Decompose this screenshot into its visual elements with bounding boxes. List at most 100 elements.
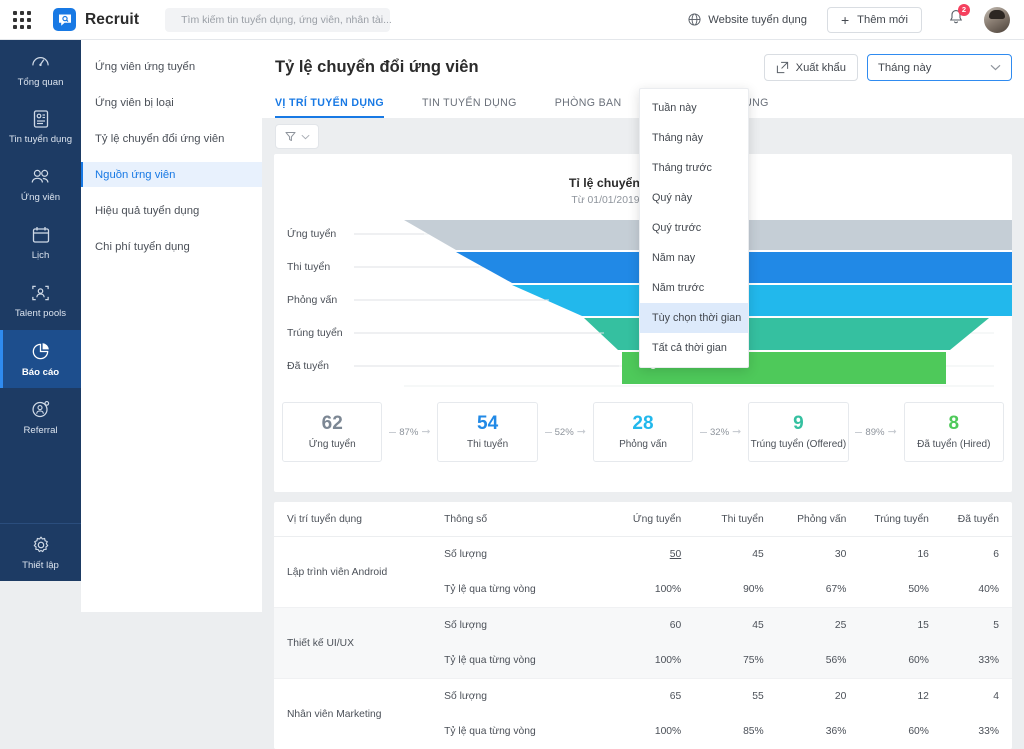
dd-option-thang-nay[interactable]: Tháng này <box>640 123 748 153</box>
sidebar-label: Tổng quan <box>18 77 64 88</box>
stat-label: Trúng tuyển (Offered) <box>751 439 847 450</box>
subnav-item-hieu-qua-tuyen-dung[interactable]: Hiệu quả tuyển dụng <box>81 198 262 223</box>
dd-option-quy-nay[interactable]: Quý này <box>640 183 748 213</box>
cell-rate: 90% <box>681 572 764 608</box>
funnel-label-phong-van: Phỏng vấn <box>287 294 337 306</box>
sidebar-label: Ứng viên <box>21 192 60 203</box>
tab-tin-tuyen-dung[interactable]: TIN TUYỂN DỤNG <box>422 97 517 118</box>
conversion-pct: 87% <box>399 427 418 438</box>
sidebar-item-tin-tuyen-dung[interactable]: Tin tuyển dụng <box>0 98 81 156</box>
subnav-item-ung-vien-bi-loai[interactable]: Ứng viên bị loại <box>81 90 262 115</box>
cell-count: 4 <box>929 679 1012 715</box>
breakdown-table: Vị trí tuyển dụng Thông số Ứng tuyển Thi… <box>274 502 1012 749</box>
cell-rate: 85% <box>681 714 764 749</box>
cell-count: 12 <box>846 679 929 715</box>
dd-option-nam-nay[interactable]: Năm nay <box>640 243 748 273</box>
stat-value: 28 <box>632 414 653 435</box>
dd-option-quy-truoc[interactable]: Quý trước <box>640 213 748 243</box>
subnav-label: Tỷ lệ chuyển đổi ứng viên <box>95 133 224 145</box>
sidebar-label: Referral <box>23 425 57 436</box>
sidebar-item-thiet-lap[interactable]: Thiết lập <box>0 523 81 581</box>
dd-option-tuan-nay[interactable]: Tuần này <box>640 93 748 123</box>
subnav-label: Hiệu quả tuyển dụng <box>95 205 199 217</box>
table-body: Lập trình viên Android Số lượng 50 45 30… <box>274 537 1012 749</box>
filter-button[interactable] <box>275 124 319 149</box>
global-search-input[interactable]: Tìm kiếm tin tuyển dụng, ứng viên, nhân … <box>165 8 390 32</box>
date-range-select[interactable]: Tháng này <box>867 54 1012 81</box>
dd-option-tuy-chon-thoi-gian[interactable]: Tùy chọn thời gian <box>640 303 748 333</box>
sidebar-item-talent-pools[interactable]: Talent pools <box>0 272 81 330</box>
calendar-icon <box>31 225 51 245</box>
table-header-row: Vị trí tuyển dụng Thông số Ứng tuyển Thi… <box>274 502 1012 537</box>
stat-card-da-tuyen[interactable]: 8 Đã tuyển (Hired) <box>904 402 1004 462</box>
sidebar-item-referral[interactable]: Referral <box>0 388 81 446</box>
header-actions: Xuất khẩu Tháng này <box>764 54 1012 81</box>
stat-label: Thi tuyển <box>467 439 508 450</box>
funnel-label-da-tuyen: Đã tuyển <box>287 360 329 372</box>
plus-icon: + <box>841 13 849 27</box>
cell-count: 6 <box>929 537 1012 573</box>
subnav-item-ty-le-chuyen-doi[interactable]: Tỷ lệ chuyển đổi ứng viên <box>81 126 262 151</box>
sidebar-label: Tin tuyển dụng <box>9 134 72 145</box>
conversion-2: 52% ➞ <box>538 427 593 438</box>
dd-label: Tháng trước <box>652 162 712 174</box>
cell-count: 45 <box>681 537 764 573</box>
dd-label: Tùy chọn thời gian <box>652 312 741 324</box>
cell-count: 50 <box>599 537 682 573</box>
sidebar-label: Thiết lập <box>22 560 59 571</box>
arrow-right-icon: ➞ <box>421 427 430 438</box>
dd-option-thang-truoc[interactable]: Tháng trước <box>640 153 748 183</box>
conversion-dash <box>700 432 707 433</box>
user-avatar[interactable] <box>984 7 1010 33</box>
report-pie-icon <box>30 341 51 362</box>
subnav-item-nguon-ung-vien[interactable]: Nguồn ứng viên <box>81 162 262 187</box>
website-link[interactable]: Website tuyển dụng <box>688 13 807 26</box>
subnav-item-chi-phi-tuyen-dung[interactable]: Chi phí tuyển dụng <box>81 234 262 259</box>
stage-stat-cards: 62 Ứng tuyển 87% ➞ 54 Thi tuyển 52% ➞ 28… <box>274 402 1012 462</box>
subnav-label: Ứng viên bị loại <box>95 97 174 109</box>
stat-card-thi-tuyen[interactable]: 54 Thi tuyển <box>437 402 537 462</box>
cell-count: 60 <box>599 608 682 644</box>
table-row[interactable]: Lập trình viên Android Số lượng 50 45 30… <box>274 537 1012 573</box>
dd-label: Tháng này <box>652 132 703 144</box>
funnel-label-ung-tuyen: Ứng tuyển <box>287 228 336 240</box>
stat-card-trung-tuyen[interactable]: 9 Trúng tuyển (Offered) <box>748 402 848 462</box>
cell-rate: 33% <box>929 643 1012 679</box>
table-row[interactable]: Nhân viên Marketing Số lượng 65 55 20 12… <box>274 679 1012 715</box>
cell-rate: 100% <box>599 643 682 679</box>
sidebar-item-lich[interactable]: Lịch <box>0 214 81 272</box>
stat-label: Phỏng vấn <box>619 439 667 450</box>
brand-name: Recruit <box>85 11 139 29</box>
sidebar-item-bao-cao[interactable]: Báo cáo <box>0 330 81 388</box>
conversion-pct: 89% <box>865 427 884 438</box>
cell-count: 15 <box>846 608 929 644</box>
dd-option-nam-truoc[interactable]: Năm trước <box>640 273 748 303</box>
dd-option-tat-ca-thoi-gian[interactable]: Tất cả thời gian <box>640 333 748 363</box>
chevron-down-icon <box>990 64 1001 71</box>
col-trung-tuyen: Trúng tuyển <box>846 502 929 537</box>
apps-grid-icon[interactable] <box>13 11 31 29</box>
add-new-button[interactable]: + Thêm mới <box>827 7 922 33</box>
sidebar-item-ung-vien[interactable]: Ứng viên <box>0 156 81 214</box>
stat-card-ung-tuyen[interactable]: 62 Ứng tuyển <box>282 402 382 462</box>
referral-icon <box>30 399 51 420</box>
col-thong-so: Thông số <box>444 502 599 537</box>
subnav-item-ung-vien-ung-tuyen[interactable]: Ứng viên ứng tuyển <box>81 54 262 79</box>
sidebar-item-tong-quan[interactable]: Tổng quan <box>0 40 81 98</box>
cell-count-value[interactable]: 50 <box>670 549 681 560</box>
table-head: Vị trí tuyển dụng Thông số Ứng tuyển Thi… <box>274 502 1012 537</box>
cell-metric: Tỷ lệ qua từng vòng <box>444 643 599 679</box>
stat-card-phong-van[interactable]: 28 Phỏng vấn <box>593 402 693 462</box>
brand-logo[interactable]: Recruit <box>53 8 139 31</box>
cell-rate: 67% <box>764 572 847 608</box>
conversion-dash <box>545 432 552 433</box>
table-row[interactable]: Thiết kế UI/UX Số lượng 60 45 25 15 5 <box>274 608 1012 644</box>
filter-icon <box>285 131 296 142</box>
dd-label: Năm trước <box>652 282 704 294</box>
export-button[interactable]: Xuất khẩu <box>764 54 858 81</box>
tab-label: TIN TUYỂN DỤNG <box>422 97 517 109</box>
notifications-button[interactable]: 2 <box>948 9 964 31</box>
tab-vi-tri-tuyen-dung[interactable]: VỊ TRÍ TUYỂN DỤNG <box>275 97 384 118</box>
arrow-right-icon: ➞ <box>888 427 897 438</box>
tab-phong-ban[interactable]: PHÒNG BAN <box>555 97 622 118</box>
